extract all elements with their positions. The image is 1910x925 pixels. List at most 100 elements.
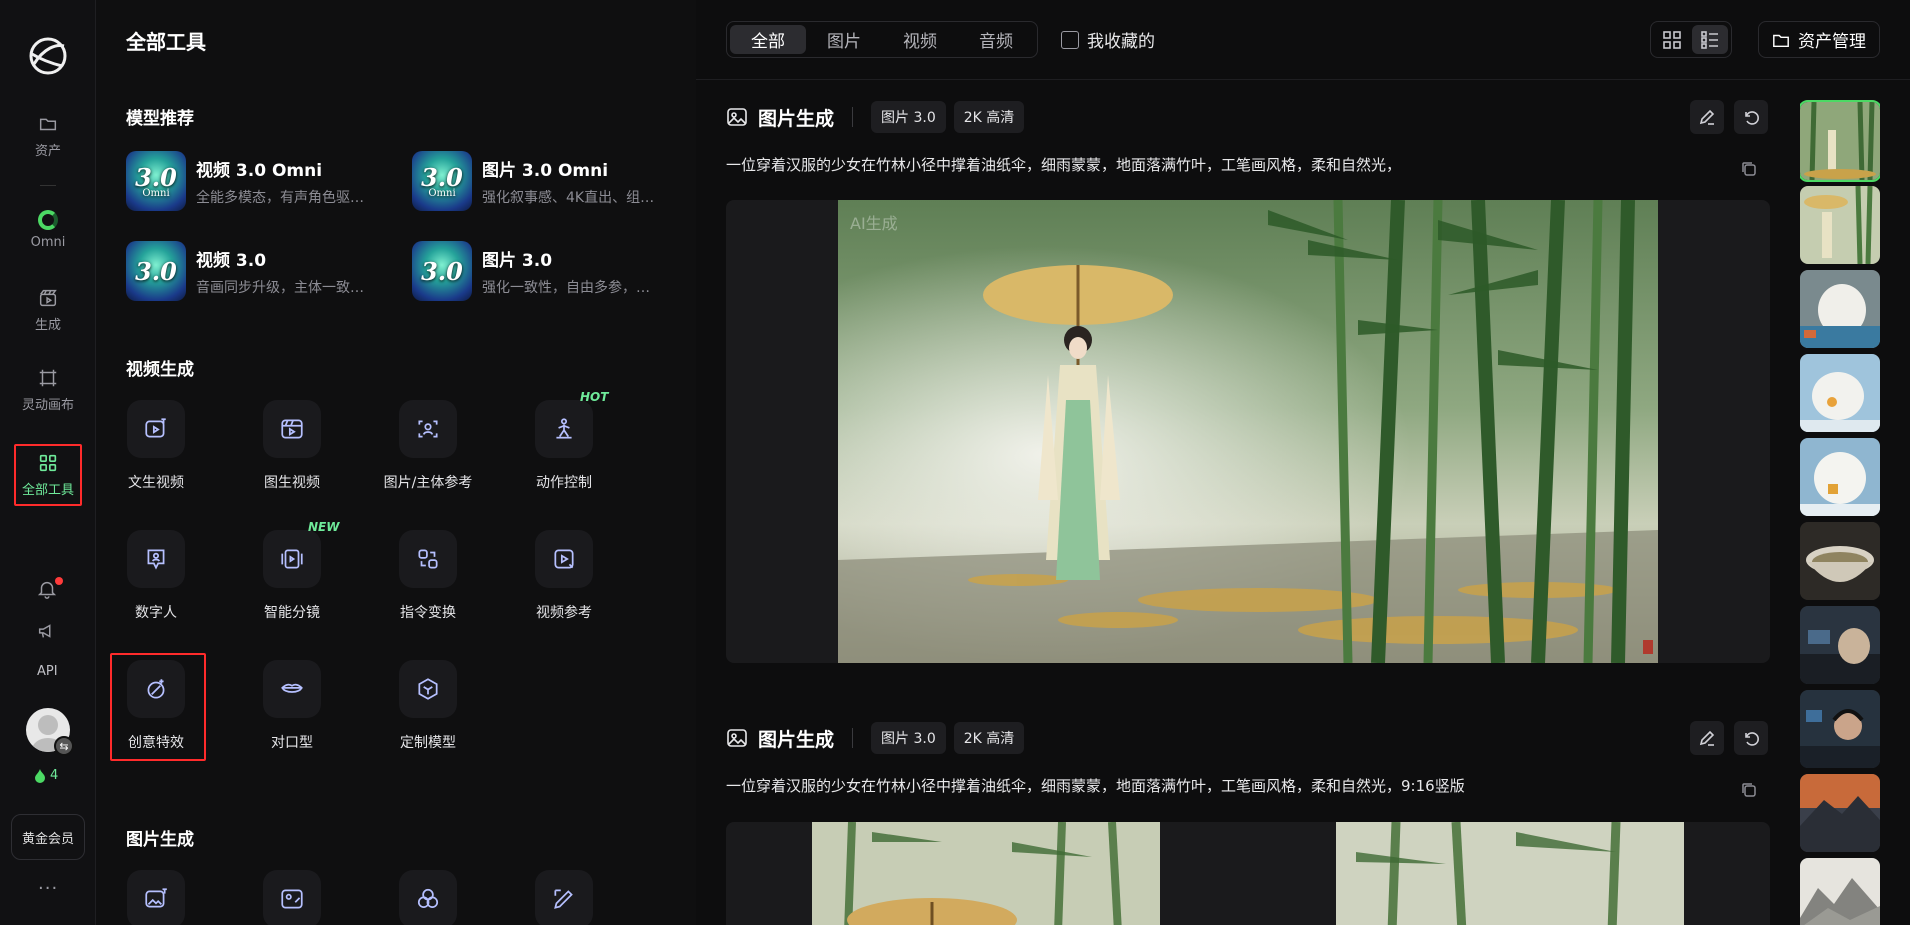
- rail-item-assets[interactable]: 资产: [14, 106, 82, 166]
- section-title-image: 图片生成: [126, 830, 194, 850]
- brush-edit-icon: [554, 889, 573, 909]
- tool-label: 图生视频: [264, 475, 320, 491]
- thumbnail-item[interactable]: [1800, 774, 1880, 852]
- tab-images[interactable]: 图片: [806, 25, 882, 54]
- tool-text-to-video[interactable]: 文生视频: [96, 400, 216, 492]
- tool-instruction-transform[interactable]: 指令变换: [368, 530, 488, 622]
- regenerate-button[interactable]: [1734, 721, 1768, 755]
- tab-videos[interactable]: 视频: [882, 25, 958, 54]
- tool-lip-sync[interactable]: 对口型: [232, 660, 352, 752]
- copy-icon[interactable]: [1740, 160, 1758, 178]
- api-link[interactable]: API: [37, 664, 58, 679]
- thumbnail-image: [1800, 690, 1880, 768]
- tool-storyboard[interactable]: NEW 智能分镜: [232, 520, 352, 622]
- thumbnail-image: [1800, 522, 1880, 600]
- tool-video-reference[interactable]: 视频参考: [504, 530, 624, 622]
- favorites-checkbox[interactable]: [1061, 30, 1079, 49]
- clapper-icon: [39, 289, 57, 307]
- copy-icon[interactable]: [1740, 781, 1758, 799]
- tool-label: 动作控制: [536, 475, 592, 491]
- rail-item-canvas[interactable]: 灵动画布: [14, 360, 82, 420]
- model-card-video-3[interactable]: 3.0 视频 3.0 音画同步升级，主体一致…: [126, 240, 386, 302]
- rail-item-all-tools[interactable]: 全部工具: [14, 444, 82, 506]
- nav-rail: 资产 Omni 生成 灵动画布 全部工具 API ⇆ 4 黄金会员 ···: [0, 0, 96, 925]
- list-view-button[interactable]: [1692, 25, 1728, 54]
- tool-label: 定制模型: [400, 735, 456, 751]
- tool-image-3[interactable]: [368, 870, 488, 925]
- megaphone-icon[interactable]: [36, 620, 58, 642]
- member-button[interactable]: 黄金会员: [11, 814, 85, 860]
- generated-image-frame[interactable]: [726, 822, 1770, 925]
- thumbnail-item[interactable]: [1800, 438, 1880, 516]
- pencil-icon: [1699, 730, 1715, 746]
- model-name: 视频 3.0: [196, 250, 267, 271]
- rail-item-label: 生成: [34, 318, 61, 333]
- model-chip: 图片 3.0: [871, 722, 946, 754]
- tool-image-to-video[interactable]: 图生视频: [232, 400, 352, 492]
- tool-subject-reference[interactable]: 图片/主体参考: [368, 400, 488, 492]
- thumbnail-item[interactable]: [1800, 690, 1880, 768]
- thumbnail-item[interactable]: [1800, 858, 1880, 925]
- tool-image-1[interactable]: [96, 870, 216, 925]
- edit-button[interactable]: [1690, 721, 1724, 755]
- grid-view-button[interactable]: [1654, 25, 1690, 54]
- credits-value: 4: [50, 768, 59, 783]
- more-menu-icon[interactable]: ···: [38, 878, 58, 899]
- model-badge-icon: 3.0: [412, 241, 472, 301]
- card-header: 图片生成 图片 3.0 2K 高清: [726, 721, 1032, 755]
- tool-label: 视频参考: [536, 605, 592, 621]
- tool-image-4[interactable]: [504, 870, 624, 925]
- folder-icon: [39, 118, 57, 131]
- tab-all[interactable]: 全部: [730, 25, 806, 54]
- credits-counter: 4: [34, 768, 58, 783]
- tool-image-2[interactable]: [232, 870, 352, 925]
- card-header: 图片生成 图片 3.0 2K 高清: [726, 100, 1032, 134]
- tool-digital-human[interactable]: 数字人: [96, 530, 216, 622]
- new-badge: NEW: [308, 520, 340, 534]
- edit-button[interactable]: [1690, 100, 1724, 134]
- image-icon: [727, 108, 747, 126]
- card-title: 图片生成: [758, 107, 835, 130]
- app-logo-icon[interactable]: [26, 34, 70, 78]
- tool-custom-model[interactable]: 定制模型: [368, 660, 488, 752]
- thumbnail-item[interactable]: [1800, 186, 1880, 264]
- model-desc: 音画同步升级，主体一致…: [196, 279, 364, 296]
- rail-item-label: 灵动画布: [21, 398, 74, 413]
- model-card-image-omni[interactable]: 3.0 Omni 图片 3.0 Omni 强化叙事感、4K直出、组…: [412, 150, 672, 212]
- favorites-label: 我收藏的: [1087, 32, 1155, 52]
- rail-item-label: 全部工具: [21, 483, 74, 498]
- regenerate-button[interactable]: [1734, 100, 1768, 134]
- model-desc: 强化一致性，自由多参，…: [482, 279, 650, 296]
- thumbnail-item[interactable]: [1800, 522, 1880, 600]
- rail-item-omni[interactable]: Omni: [14, 200, 82, 260]
- switch-account-icon[interactable]: ⇆: [54, 736, 74, 756]
- tab-audio[interactable]: 音频: [958, 25, 1034, 54]
- refresh-icon: [1745, 111, 1759, 125]
- blend-icon: [417, 888, 439, 908]
- thumbnail-image: [1800, 186, 1880, 264]
- tool-motion-control[interactable]: HOT 动作控制: [504, 390, 624, 492]
- rail-item-generate[interactable]: 生成: [14, 280, 82, 340]
- favorites-filter[interactable]: 我收藏的: [1061, 27, 1155, 52]
- model-card-video-omni[interactable]: 3.0 Omni 视频 3.0 Omni 全能多模态，有声角色驱…: [126, 150, 386, 212]
- card-title: 图片生成: [758, 728, 835, 751]
- thumbnail-image: [1800, 774, 1880, 852]
- thumbnail-image: [1800, 270, 1880, 348]
- generated-image-portrait-1: [812, 822, 1160, 925]
- thumbnail-item[interactable]: [1800, 100, 1880, 182]
- thumbnail-item[interactable]: [1800, 606, 1880, 684]
- refresh-icon: [1745, 732, 1759, 746]
- list-view-icon: [1701, 30, 1718, 49]
- model-name: 图片 3.0 Omni: [482, 160, 609, 181]
- model-card-image-3[interactable]: 3.0 图片 3.0 强化一致性，自由多参，…: [412, 240, 672, 302]
- digital-human-icon: [147, 549, 165, 570]
- model-badge-icon: 3.0: [126, 241, 186, 301]
- thumbnail-item[interactable]: [1800, 354, 1880, 432]
- asset-management-button[interactable]: 资产管理: [1758, 21, 1880, 58]
- filter-tabs: 全部 图片 视频 音频: [726, 21, 1038, 58]
- thumbnail-item[interactable]: [1800, 270, 1880, 348]
- model-name: 图片 3.0: [482, 250, 553, 271]
- hot-badge: HOT: [580, 390, 609, 404]
- grid-view-icon: [1663, 30, 1681, 49]
- generated-image-frame[interactable]: AI生成: [726, 200, 1770, 663]
